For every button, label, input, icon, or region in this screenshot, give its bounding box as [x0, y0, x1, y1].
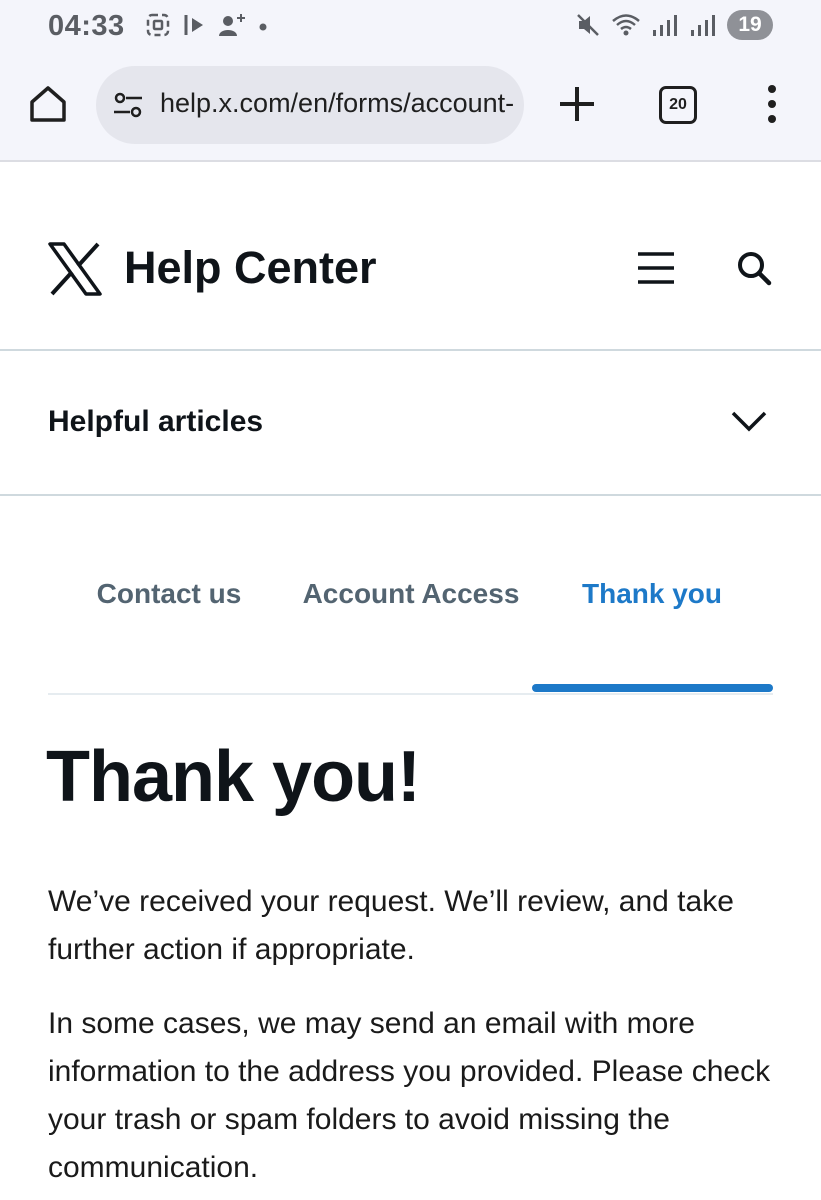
- media-icon: [184, 15, 203, 35]
- status-time: 04:33: [48, 10, 125, 42]
- chevron-down-icon[interactable]: [730, 407, 768, 437]
- site-title[interactable]: Help Center: [124, 242, 377, 294]
- dot-icon: [259, 23, 267, 31]
- add-contact-icon: [219, 14, 245, 36]
- helpful-articles-label: Helpful articles: [48, 405, 264, 438]
- tab-switcher-icon[interactable]: 20: [659, 86, 697, 124]
- signal-icon-2: [691, 15, 715, 36]
- email-notice-text: In some cases, we may send an email with…: [48, 1007, 771, 1184]
- signal-icon: [653, 15, 677, 36]
- site-settings-icon[interactable]: [112, 90, 144, 120]
- active-step-indicator: [532, 684, 773, 692]
- screenshot-icon: [146, 13, 170, 37]
- home-icon[interactable]: [26, 82, 70, 126]
- wifi-icon: [612, 14, 640, 36]
- step-account-access[interactable]: Account Access: [290, 570, 532, 618]
- step-contact-us[interactable]: Contact us: [48, 570, 290, 618]
- new-tab-icon[interactable]: [557, 84, 597, 124]
- form-steps: Contact us Account Access Thank you: [48, 570, 773, 695]
- search-icon[interactable]: [734, 248, 774, 288]
- notification-icons: [145, 12, 269, 38]
- page-title: Thank you!: [46, 737, 421, 817]
- site-header: Help Center: [0, 162, 821, 351]
- x-logo[interactable]: [48, 242, 102, 296]
- browser-toolbar: help.x.com/en/forms/account- 20: [0, 56, 821, 162]
- more-menu-icon[interactable]: [762, 84, 782, 124]
- mute-icon: [577, 14, 599, 36]
- status-bar: 04:33 19: [0, 0, 821, 56]
- menu-icon[interactable]: [636, 248, 676, 288]
- step-thank-you[interactable]: Thank you: [531, 570, 773, 618]
- helpful-articles-toggle[interactable]: Helpful articles: [0, 351, 821, 496]
- url-text: help.x.com/en/forms/account-: [160, 88, 515, 118]
- battery-indicator: 19: [727, 10, 773, 40]
- address-bar[interactable]: help.x.com/en/forms/account-: [96, 66, 524, 144]
- confirmation-text: We’ve received your request. We’ll revie…: [48, 885, 734, 966]
- system-icons: 19: [575, 10, 773, 40]
